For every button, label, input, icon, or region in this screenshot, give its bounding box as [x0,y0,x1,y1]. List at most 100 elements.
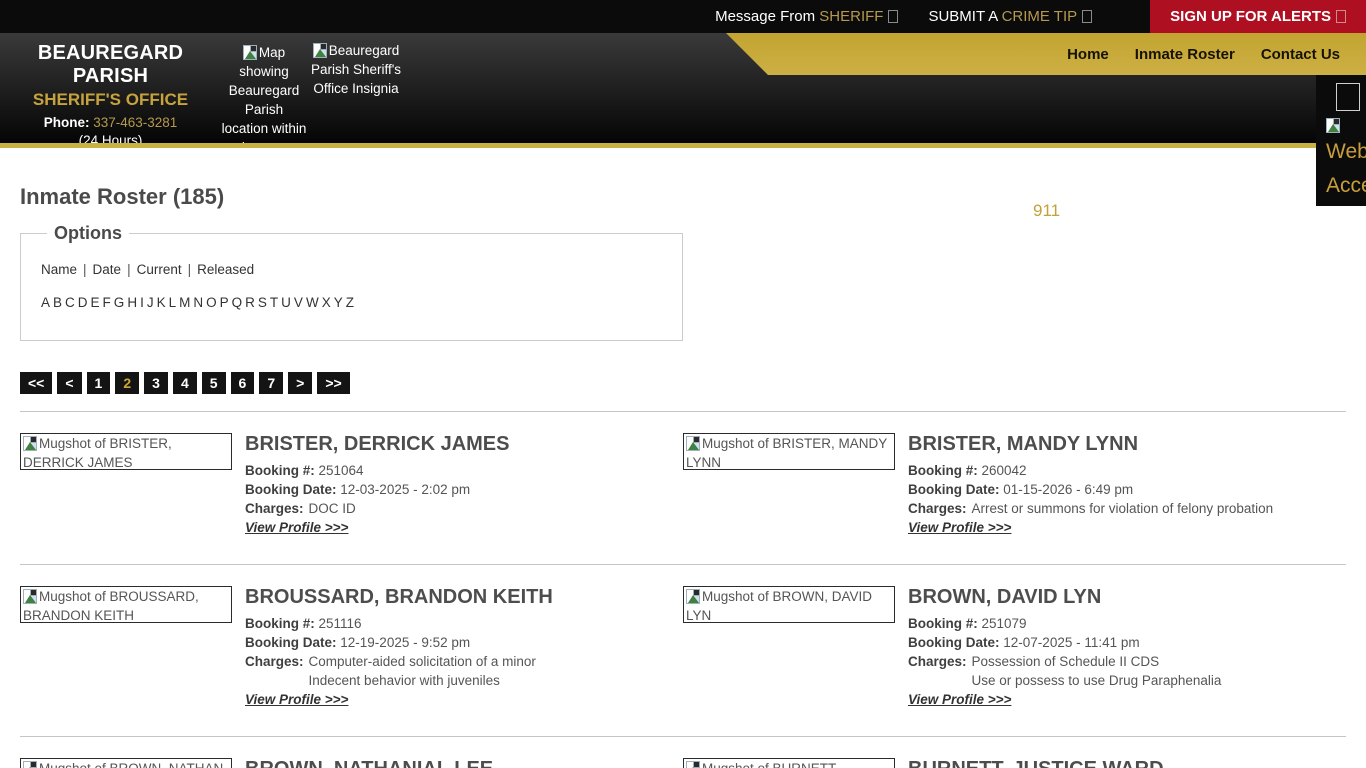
page-content: 911 Inmate Roster (185) Options Name | Dat… [0,184,1366,768]
filter-link-current[interactable]: Current [137,262,182,277]
web-accessibility-widget[interactable]: Web Accessibility [1316,75,1366,206]
filter-link-released[interactable]: Released [197,262,254,277]
booking-date-label: Booking Date: [908,635,1000,650]
phone-number-link[interactable]: 337-463-3281 [93,115,177,130]
missing-glyph-box [888,10,899,23]
page-button-<[interactable]: < [57,372,82,394]
missing-glyph-box [1082,10,1093,23]
charges-label: Charges: [245,654,304,669]
mugshot-alt-text: Mugshot of BRISTER, DERRICK JAMES [23,436,172,470]
message-from-sheriff-link[interactable]: Message From SHERIFF [715,8,899,25]
letter-link-L[interactable]: L [169,295,177,310]
booking-date-line: Booking Date: 12-07-2025 - 11:41 pm [908,633,1221,652]
agency-identity-block: BEAUREGARD PARISH SHERIFF'S OFFICE Phone… [8,42,213,143]
page-button-1[interactable]: 1 [86,372,111,394]
page-button-5[interactable]: 5 [201,372,226,394]
letter-link-V[interactable]: V [294,295,303,310]
charge-item: Computer-aided solicitation of a minor [308,654,536,669]
letter-link-Q[interactable]: Q [232,295,243,310]
charge-item: DOC ID [308,501,356,516]
letter-link-Z[interactable]: Z [346,295,354,310]
broken-image-icon [23,589,37,604]
broken-image-icon [686,761,700,768]
alphabet-links: ABCDEFGHIJKLMNOPQRSTUVWXYZ [41,295,662,310]
inmate-card: Mugshot of BRISTER, MANDY LYNN BRISTER, … [683,433,1346,537]
booking-number-label: Booking #: [245,616,315,631]
charges-values: Arrest or summons for violation of felon… [972,499,1274,518]
page-button-3[interactable]: 3 [144,372,168,394]
letter-link-N[interactable]: N [193,295,203,310]
top-utility-bar: Message From SHERIFF SUBMIT A CRIME TIP … [0,0,1366,33]
charges-label: Charges: [245,501,304,516]
letter-link-S[interactable]: S [258,295,267,310]
agency-name-line2: SHERIFF'S OFFICE [32,90,189,109]
letter-link-R[interactable]: R [245,295,255,310]
view-profile-link[interactable]: View Profile >>> [908,692,1011,707]
inmate-name: BROUSSARD, BRANDON KEITH [245,586,553,608]
letter-link-M[interactable]: M [179,295,190,310]
broken-mugshot-image: Mugshot of BROWN, NATHAN [20,758,232,768]
page-button-2[interactable]: 2 [115,372,140,394]
booking-number-line: Booking #: 260042 [908,461,1273,480]
view-profile-link[interactable]: View Profile >>> [908,520,1011,535]
filter-link-name[interactable]: Name [41,262,77,277]
letter-link-D[interactable]: D [78,295,88,310]
broken-mugshot-image: Mugshot of BROWN, DAVID LYN [683,586,895,623]
hours-label: (24 Hours) [78,133,143,143]
charge-item: Use or possess to use Drug Paraphenalia [971,673,1222,688]
phone-line: Phone: 337-463-3281 [8,115,213,130]
booking-date-value: 12-07-2025 - 11:41 pm [1003,635,1140,650]
letter-link-K[interactable]: K [157,295,166,310]
sign-up-for-alerts-button[interactable]: SIGN UP FOR ALERTS [1150,0,1366,33]
letter-link-Y[interactable]: Y [334,295,343,310]
nav-item-inmate-roster[interactable]: Inmate Roster [1135,46,1235,63]
letter-link-A[interactable]: A [41,295,50,310]
letter-link-E[interactable]: E [91,295,100,310]
mugshot-alt-text: Mugshot of BURNETT, JUSTICE WARD [686,761,839,768]
sheriff-label: SHERIFF [819,8,884,25]
letter-link-P[interactable]: P [220,295,229,310]
page-button-6[interactable]: 6 [230,372,255,394]
nav-item-contact-us[interactable]: Contact Us [1261,46,1340,63]
charges-values: Computer-aided solicitation of a minor In… [309,652,536,690]
letter-link-C[interactable]: C [65,295,75,310]
inmate-card: Mugshot of BROUSSARD, BRANDON KEITH BROU… [20,586,683,709]
letter-link-O[interactable]: O [206,295,217,310]
broken-mugshot-image: Mugshot of BRISTER, DERRICK JAMES [20,433,232,470]
letter-link-J[interactable]: J [147,295,154,310]
roster-row: Mugshot of BRISTER, DERRICK JAMES BRISTE… [20,411,1346,564]
broken-mugshot-image: Mugshot of BRISTER, MANDY LYNN [683,433,895,470]
letter-link-T[interactable]: T [270,295,278,310]
letter-link-H[interactable]: H [127,295,137,310]
letter-link-B[interactable]: B [53,295,62,310]
page-button-7[interactable]: 7 [259,372,284,394]
letter-link-U[interactable]: U [281,295,291,310]
filter-link-date[interactable]: Date [93,262,122,277]
letter-link-I[interactable]: I [140,295,144,310]
view-profile-link[interactable]: View Profile >>> [245,692,348,707]
letter-link-X[interactable]: X [322,295,331,310]
booking-number-label: Booking #: [908,616,978,631]
booking-number-value: 251079 [981,616,1027,631]
page-button-4[interactable]: 4 [172,372,197,394]
nav-item-home[interactable]: Home [1067,46,1109,63]
page-button->[interactable]: > [288,372,313,394]
page-button-<<[interactable]: << [20,372,53,394]
submit-crime-tip-link[interactable]: SUBMIT A CRIME TIP [928,8,1093,25]
inmate-details: BURNETT, JUSTICE WARD Booking #: Booking… [908,758,1164,768]
booking-date-line: Booking Date: 12-19-2025 - 9:52 pm [245,633,553,652]
broken-image-icon [23,761,37,768]
booking-number-line: Booking #: 251116 [245,614,553,633]
map-alt-text: Map showing Beauregard Parish location w… [221,45,307,143]
letter-link-F[interactable]: F [103,295,111,310]
inmate-name: BRISTER, DERRICK JAMES [245,433,510,455]
emergency-911-link[interactable]: 911 [1033,201,1060,221]
inmate-details: BROUSSARD, BRANDON KEITH Booking #: 2511… [245,586,553,709]
view-profile-link[interactable]: View Profile >>> [245,520,348,535]
booking-number-line: Booking #: 251079 [908,614,1221,633]
page-button->>[interactable]: >> [317,372,350,394]
letter-link-G[interactable]: G [114,295,125,310]
letter-link-W[interactable]: W [306,295,319,310]
inmate-name: BRISTER, MANDY LYNN [908,433,1139,455]
missing-glyph-box [1336,10,1346,23]
